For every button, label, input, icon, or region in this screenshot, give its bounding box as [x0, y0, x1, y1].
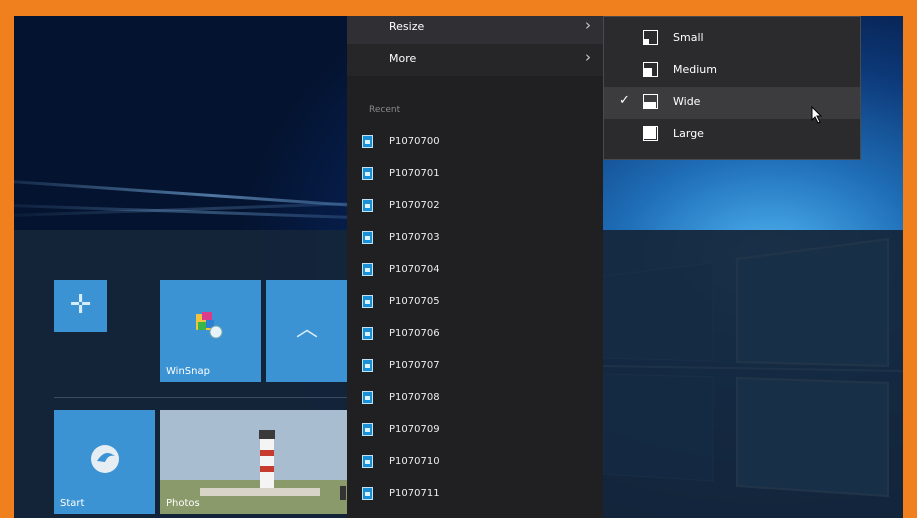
recent-item-label: P1070703: [389, 232, 440, 243]
resize-submenu: Small Medium ✓ Wide Large: [603, 16, 861, 160]
image-file-icon: [362, 295, 373, 308]
start-tile[interactable]: Start: [54, 410, 155, 514]
large-size-icon: [643, 126, 658, 141]
recent-item[interactable]: P1070708: [347, 384, 603, 416]
recent-item-label: P1070707: [389, 360, 440, 371]
plus-icon: ✛: [69, 290, 92, 320]
resize-option-medium[interactable]: Medium: [604, 55, 860, 87]
winsnap-icon: [196, 312, 223, 339]
tile-group-divider: [54, 397, 348, 398]
image-file-icon: [362, 391, 373, 404]
image-file-icon: [362, 359, 373, 372]
image-file-icon: [362, 263, 373, 276]
recent-item[interactable]: P1070710: [347, 448, 603, 480]
large-label: Large: [673, 127, 704, 140]
winsnap-tile[interactable]: WinSnap: [160, 280, 261, 382]
wide-size-icon: [643, 94, 658, 109]
recent-item-label: P1070706: [389, 328, 440, 339]
chevron-up-icon: ︿: [295, 317, 318, 342]
recent-item[interactable]: P1070705: [347, 288, 603, 320]
recent-item-label: P1070709: [389, 424, 440, 435]
recent-item-label: P1070701: [389, 168, 440, 179]
menu-item-resize[interactable]: Resize ›: [347, 16, 603, 44]
recent-item[interactable]: P1070707: [347, 352, 603, 384]
recent-item-label: P1070710: [389, 456, 440, 467]
recent-item[interactable]: P1070700: [347, 128, 603, 160]
recent-item-label: P1070705: [389, 296, 440, 307]
small-label: Small: [673, 31, 704, 44]
resize-label: Resize: [389, 20, 425, 33]
recent-item-label: P1070704: [389, 264, 440, 275]
image-file-icon: [362, 199, 373, 212]
recent-item[interactable]: P1070702: [347, 192, 603, 224]
small-size-icon: [643, 30, 658, 45]
add-tile[interactable]: ✛: [54, 280, 107, 332]
chevron-right-icon: ›: [585, 16, 591, 34]
recent-item[interactable]: P1070703: [347, 224, 603, 256]
menu-item-more[interactable]: More ›: [347, 44, 603, 76]
wide-label: Wide: [673, 95, 701, 108]
image-file-icon: [362, 167, 373, 180]
start-app-icon: [91, 445, 119, 473]
desktop-screen: ✛ WinSnap ︿ Start Photos Resize › More ›…: [14, 16, 903, 518]
winsnap-label: WinSnap: [166, 366, 210, 377]
image-file-icon: [362, 135, 373, 148]
recent-item[interactable]: P1070704: [347, 256, 603, 288]
medium-size-icon: [643, 62, 658, 77]
resize-option-small[interactable]: Small: [604, 23, 860, 55]
tile-context-menu: Resize › More › Recent P1070700 P1070701…: [347, 16, 603, 518]
image-file-icon: [362, 423, 373, 436]
photos-tile[interactable]: Photos: [160, 410, 348, 514]
image-file-icon: [362, 487, 373, 500]
checkmark-icon: ✓: [619, 93, 630, 108]
image-file-icon: [362, 231, 373, 244]
start-label: Start: [60, 498, 85, 509]
recent-item-label: P1070708: [389, 392, 440, 403]
photos-label: Photos: [166, 498, 200, 509]
image-file-icon: [362, 455, 373, 468]
recent-item-label: P1070711: [389, 488, 440, 499]
recent-header: Recent: [369, 105, 401, 115]
collapse-tile[interactable]: ︿: [266, 280, 348, 382]
recent-item[interactable]: P1070706: [347, 320, 603, 352]
recent-item-label: P1070700: [389, 136, 440, 147]
recent-item[interactable]: P1070711: [347, 480, 603, 512]
medium-label: Medium: [673, 63, 717, 76]
more-label: More: [389, 52, 417, 65]
recent-item[interactable]: P1070701: [347, 160, 603, 192]
recent-item[interactable]: P1070709: [347, 416, 603, 448]
chevron-right-icon: ›: [585, 48, 591, 66]
mouse-pointer-icon: [811, 106, 823, 124]
image-file-icon: [362, 327, 373, 340]
recent-item-label: P1070702: [389, 200, 440, 211]
